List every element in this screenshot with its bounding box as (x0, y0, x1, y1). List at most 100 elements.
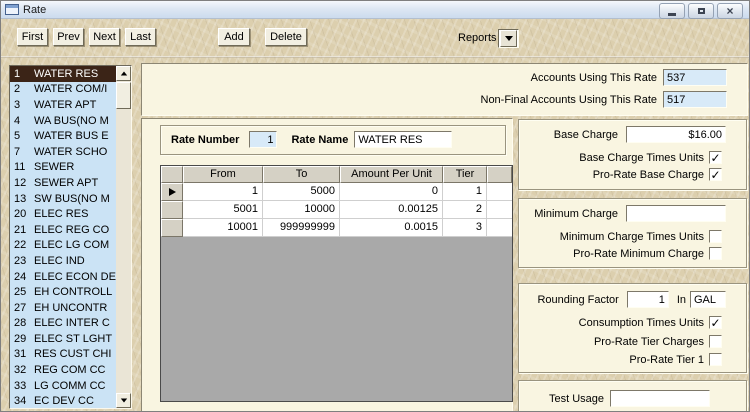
grid-cell[interactable]: 2 (443, 201, 487, 219)
list-item[interactable]: 20 ELEC RES (10, 206, 116, 222)
test-usage-field[interactable] (610, 390, 710, 407)
pro-rate-tier1-checkbox[interactable] (709, 353, 722, 366)
prev-button[interactable]: Prev (53, 28, 84, 46)
next-button[interactable]: Next (89, 28, 120, 46)
up-arrow-icon (120, 71, 127, 76)
scroll-down-button[interactable] (116, 393, 131, 408)
list-item[interactable]: 27 EH UNCONTR (10, 300, 116, 316)
toolbar-separator (1, 56, 749, 58)
list-item-name: ELEC ST LGHT (34, 332, 113, 345)
base-charge-field[interactable] (626, 126, 726, 143)
rounding-in-label: In (676, 293, 686, 306)
table-row[interactable]: 1 5000 0 1 (161, 183, 512, 201)
list-item[interactable]: 34 EC DEV CC (10, 393, 116, 408)
grid-cell[interactable]: 1 (183, 183, 263, 201)
list-item-number: 7 (14, 145, 21, 158)
test-usage-label: Test Usage (548, 392, 604, 405)
list-item[interactable]: 2 WATER COM/I (10, 82, 116, 98)
rounding-factor-label: Rounding Factor (537, 293, 619, 306)
minimum-charge-field[interactable] (626, 205, 726, 222)
rounding-factor-field[interactable] (626, 291, 669, 308)
last-button[interactable]: Last (125, 28, 156, 46)
non-final-accounts-field[interactable] (663, 91, 727, 108)
list-item[interactable]: 33 LG COMM CC (10, 378, 116, 394)
list-item[interactable]: 31 RES CUST CHI (10, 347, 116, 363)
list-item[interactable]: 23 ELEC IND (10, 253, 116, 269)
rounding-in-field[interactable] (690, 291, 726, 308)
list-item[interactable]: 22 ELEC LG COM (10, 238, 116, 254)
grid-cell[interactable]: 0.00125 (340, 201, 443, 219)
grid-column-header[interactable]: Amount Per Unit (340, 166, 443, 183)
current-row-arrow-icon (168, 188, 176, 196)
rate-number-field[interactable] (249, 131, 278, 148)
pro-rate-tier-charges-checkbox[interactable] (709, 335, 722, 348)
grid-cell[interactable]: 999999999 (263, 219, 340, 237)
list-scrollbar[interactable] (116, 66, 131, 408)
list-item[interactable]: 21 ELEC REG CO (10, 222, 116, 238)
minimum-charge-times-units-checkbox[interactable] (709, 230, 722, 243)
grid-cell[interactable]: 1 (443, 183, 487, 201)
grid-cell[interactable]: 10000 (263, 201, 340, 219)
list-item[interactable]: 13 SW BUS(NO M (10, 191, 116, 207)
consumption-times-units-checkbox[interactable] (709, 316, 722, 329)
list-item[interactable]: 1 WATER RES (10, 66, 116, 82)
rate-list-rows: 1 WATER RES 2 WATER COM/I 3 WATER APT 4 WA BUS(… (10, 66, 116, 408)
pro-rate-tier-charges-label: Pro-Rate Tier Charges (593, 335, 704, 348)
grid-cell[interactable]: 10001 (183, 219, 263, 237)
first-button[interactable]: First (17, 28, 48, 46)
maximize-button[interactable] (688, 3, 714, 19)
base-charge-times-units-checkbox[interactable] (709, 151, 722, 164)
row-selector[interactable] (161, 219, 183, 237)
list-item-name: WATER APT (34, 98, 97, 111)
list-item[interactable]: 29 ELEC ST LGHT (10, 331, 116, 347)
minimum-charge-label: Minimum Charge (534, 207, 618, 220)
rate-name-field[interactable] (354, 131, 453, 148)
accounts-using-field[interactable] (663, 69, 727, 86)
list-item-name: ELEC RES (34, 208, 89, 221)
list-item-name: ELEC REG CO (34, 223, 110, 236)
window-icon (5, 4, 19, 15)
grid-cell[interactable]: 5001 (183, 201, 263, 219)
list-item[interactable]: 4 WA BUS(NO M (10, 113, 116, 129)
grid-column-header[interactable]: To (263, 166, 340, 183)
row-selector[interactable] (161, 201, 183, 219)
list-item[interactable]: 3 WATER APT (10, 97, 116, 113)
list-item[interactable]: 11 SEWER (10, 160, 116, 176)
scroll-up-button[interactable] (116, 66, 131, 81)
list-item-name: RES CUST CHI (34, 348, 112, 361)
rounding-group: Rounding Factor In Consumption Times Uni… (518, 283, 747, 373)
list-item[interactable]: 7 WATER SCHO (10, 144, 116, 160)
pro-rate-minimum-charge-label: Pro-Rate Minimum Charge (573, 247, 704, 260)
add-button[interactable]: Add (218, 28, 250, 46)
list-item[interactable]: 5 WATER BUS E (10, 128, 116, 144)
grid-cell[interactable]: 0.0015 (340, 219, 443, 237)
close-button[interactable]: × (717, 3, 743, 19)
grid-cell[interactable]: 3 (443, 219, 487, 237)
accounts-using-label: Accounts Using This Rate (530, 71, 657, 84)
list-item-number: 5 (14, 130, 21, 143)
maximize-icon (697, 8, 705, 14)
grid-row-filler (487, 219, 512, 237)
table-row[interactable]: 10001 999999999 0.0015 3 (161, 219, 512, 237)
table-row[interactable]: 5001 10000 0.00125 2 (161, 201, 512, 219)
list-item[interactable]: 12 SEWER APT (10, 175, 116, 191)
minimize-button[interactable] (659, 3, 685, 19)
list-item-name: ELEC ECON DE (34, 270, 116, 283)
grid-row-filler (487, 183, 512, 201)
grid-cell[interactable]: 5000 (263, 183, 340, 201)
pro-rate-base-charge-checkbox[interactable] (709, 168, 722, 181)
scrollbar-thumb[interactable] (116, 82, 131, 109)
window-title: Rate (23, 3, 47, 16)
list-item[interactable]: 24 ELEC ECON DE (10, 269, 116, 285)
grid-column-header[interactable]: From (183, 166, 263, 183)
delete-button[interactable]: Delete (265, 28, 307, 46)
list-item[interactable]: 32 REG COM CC (10, 362, 116, 378)
grid-column-header[interactable]: Tier (443, 166, 487, 183)
pro-rate-minimum-charge-checkbox[interactable] (709, 247, 722, 260)
list-item[interactable]: 28 ELEC INTER C (10, 316, 116, 332)
list-item-name: EH CONTROLL (34, 286, 113, 299)
row-selector[interactable] (161, 183, 183, 201)
list-item[interactable]: 25 EH CONTROLL (10, 284, 116, 300)
reports-dropdown[interactable] (498, 29, 519, 48)
grid-cell[interactable]: 0 (340, 183, 443, 201)
